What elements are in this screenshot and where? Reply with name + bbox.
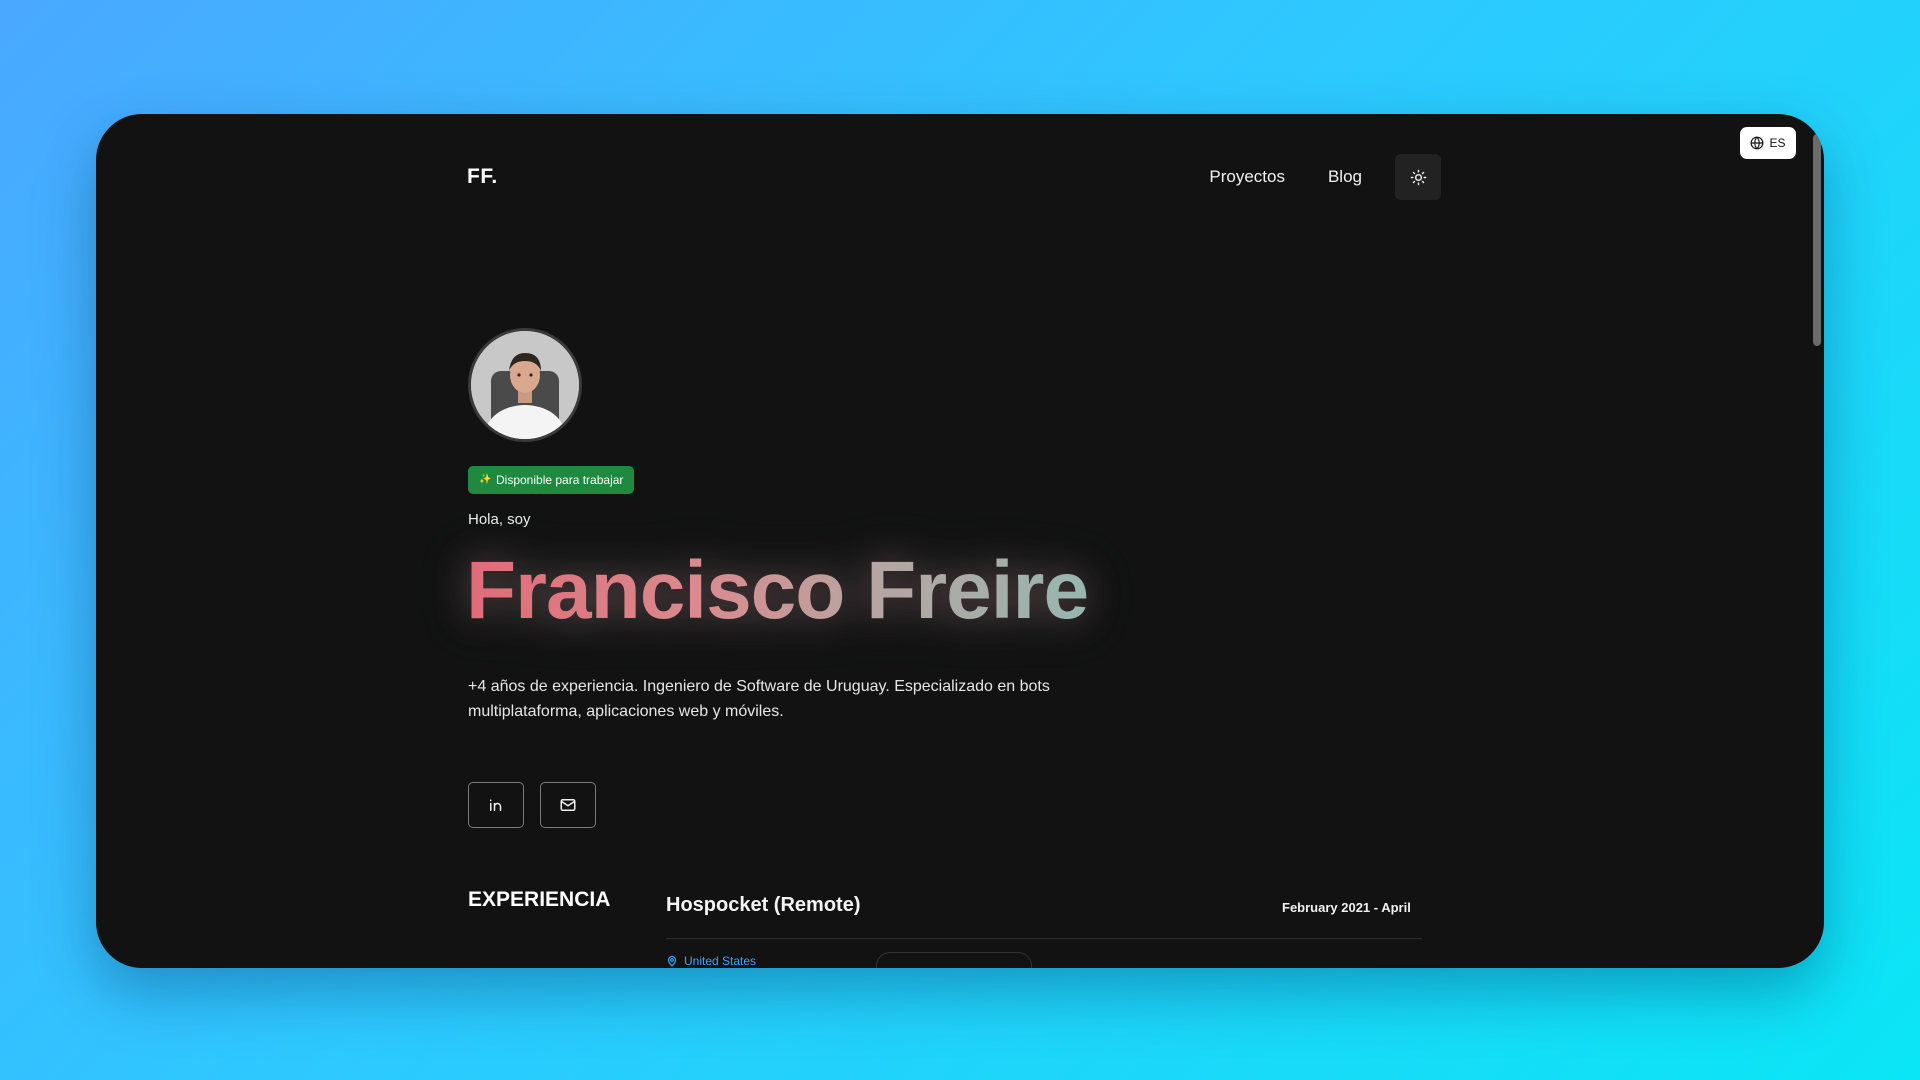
language-label: ES — [1769, 136, 1786, 150]
nav-links: Proyectos Blog — [1209, 154, 1441, 200]
availability-badge-label: Disponible para trabajar — [496, 473, 624, 487]
top-nav: FF. Proyectos Blog — [467, 152, 1441, 202]
job-location: United States — [666, 954, 756, 968]
job-location-label: United States — [684, 954, 757, 968]
scrollbar[interactable] — [1810, 114, 1824, 968]
job-divider — [666, 938, 1422, 939]
linkedin-icon — [490, 799, 502, 811]
linkedin-button[interactable] — [468, 782, 524, 828]
job-dates: February 2021 - April — [1282, 900, 1411, 915]
scrollbar-thumb[interactable] — [1813, 134, 1821, 346]
job-title: Hospocket (Remote) — [666, 894, 861, 916]
tech-stack-strip — [876, 952, 1032, 968]
site-logo[interactable]: FF. — [467, 165, 498, 189]
profile-avatar — [468, 328, 582, 442]
availability-badge: ✨ Disponible para trabajar — [468, 466, 635, 494]
language-toggle-button[interactable]: ES — [1740, 127, 1796, 159]
email-button[interactable] — [540, 782, 596, 828]
hero-name: Francisco Freire — [466, 545, 1089, 636]
browser-window: ES FF. Proyectos Blog ✨ Disponible para … — [96, 114, 1824, 968]
greeting-text: Hola, soy — [468, 511, 531, 528]
globe-icon — [1751, 136, 1764, 150]
experience-section-title: EXPERIENCIA — [468, 888, 611, 911]
hero-description: +4 años de experiencia. Ingeniero de Sof… — [468, 678, 1050, 720]
sun-icon — [1410, 169, 1426, 185]
mail-icon — [560, 799, 576, 811]
nav-link-blog[interactable]: Blog — [1328, 167, 1362, 187]
sparkle-icon: ✨ — [479, 474, 492, 485]
location-pin-icon — [667, 955, 677, 967]
nav-link-proyectos[interactable]: Proyectos — [1209, 167, 1285, 187]
theme-toggle-button[interactable] — [1395, 154, 1441, 200]
